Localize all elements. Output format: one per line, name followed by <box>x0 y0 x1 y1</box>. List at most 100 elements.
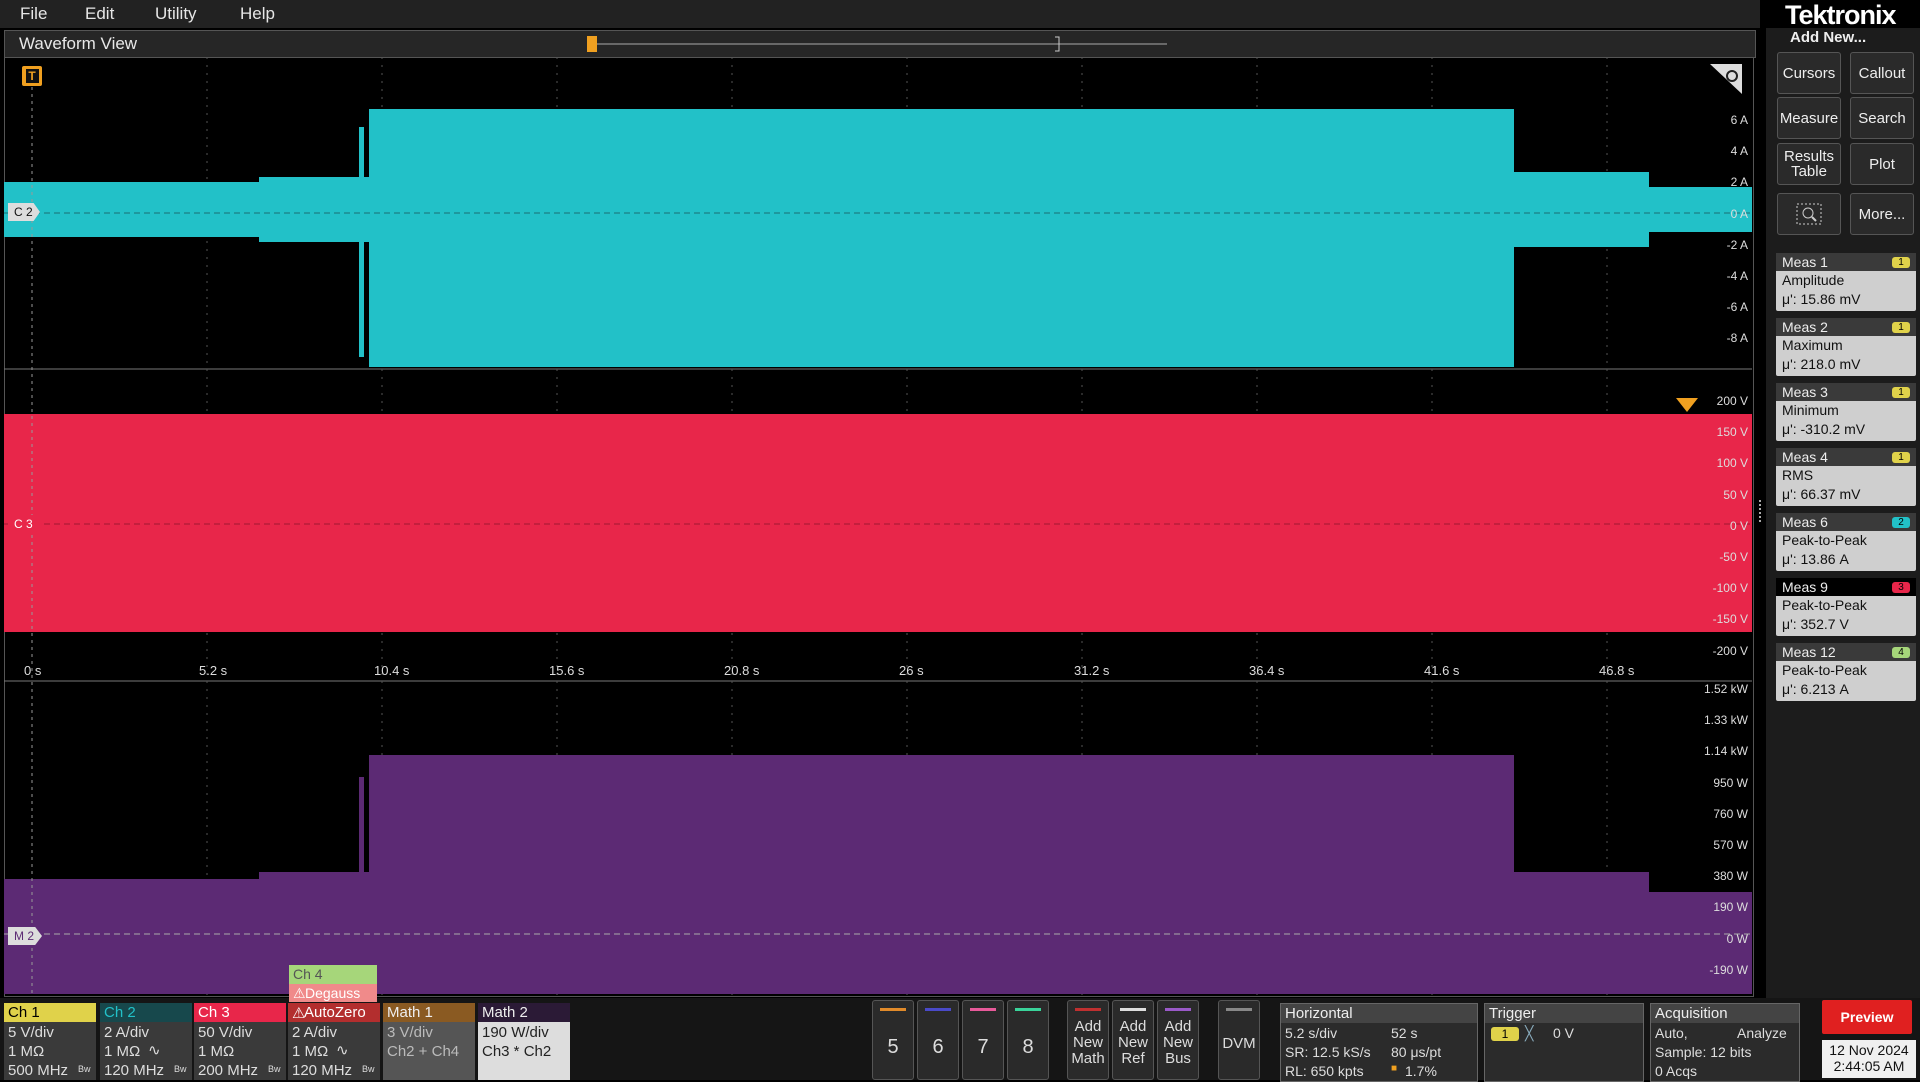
measurement-value: μ': 13.86 A <box>1782 551 1849 567</box>
callout-button[interactable]: Callout <box>1850 52 1914 94</box>
ch6-button[interactable]: 6 <box>917 1000 959 1080</box>
time-axis-tick: 10.4 s <box>374 663 410 678</box>
trigger-position-icon[interactable]: T <box>22 66 42 86</box>
horizontal-title: Horizontal <box>1285 1005 1353 1022</box>
measurement-name: Meas 12 <box>1782 644 1836 660</box>
plot-button[interactable]: Plot <box>1850 143 1914 185</box>
measure-button[interactable]: Measure <box>1777 97 1841 139</box>
measurement-header: Meas 2 1 <box>1776 318 1916 336</box>
math2-expression: Ch3 * Ch2 <box>482 1043 552 1060</box>
zoom-search-button[interactable] <box>1777 193 1841 235</box>
ch2-badge[interactable]: Ch 2 2 A/div 1 MΩ ∿ 120 MHz Bw <box>100 1003 192 1080</box>
search-button[interactable]: Search <box>1850 97 1914 139</box>
ch2-trace <box>4 109 1752 367</box>
math2-trace <box>4 755 1752 994</box>
measurement-badge[interactable]: Meas 3 1 Minimum μ': -310.2 mV <box>1776 383 1916 441</box>
time-axis-tick: 15.6 s <box>549 663 585 678</box>
ch3-marker[interactable]: C 3 <box>8 515 42 533</box>
ch3-badge[interactable]: Ch 3 50 V/div 1 MΩ 200 MHz Bw <box>194 1003 286 1080</box>
measurement-badge[interactable]: Meas 1 1 Amplitude μ': 15.86 mV <box>1776 253 1916 311</box>
ch1-badge[interactable]: Ch 1 5 V/div 1 MΩ 500 MHz Bw <box>4 1003 96 1080</box>
measurement-badge[interactable]: Meas 12 4 Peak-to-Peak μ': 6.213 A <box>1776 643 1916 701</box>
menu-bar: File Edit Utility Help <box>0 0 1760 28</box>
measurement-badge[interactable]: Meas 4 1 RMS μ': 66.37 mV <box>1776 448 1916 506</box>
more-button[interactable]: More... <box>1850 193 1914 235</box>
acquisition-badge[interactable]: Acquisition Auto, Analyze Sample: 12 bit… <box>1650 1003 1800 1082</box>
add-new-label: Add New... <box>1790 29 1867 46</box>
math1-expression: Ch2 + Ch4 <box>387 1043 460 1060</box>
sample-rate: SR: 12.5 kS/s <box>1285 1044 1371 1060</box>
add-math-l3: Math <box>1071 1050 1105 1067</box>
ch2-marker[interactable]: C 2 <box>8 203 40 221</box>
add-new-bus-button[interactable]: Add New Bus <box>1157 1000 1199 1080</box>
math2-axis-tick: 1.14 kW <box>1703 744 1748 759</box>
menu-help[interactable]: Help <box>240 4 275 24</box>
results-table-label-1: Results <box>1783 148 1835 165</box>
trigger-marker-label: T <box>25 69 39 83</box>
ch5-label: 5 <box>887 1036 899 1058</box>
math2-badge[interactable]: Math 2 190 W/div Ch3 * Ch2 <box>478 1003 570 1080</box>
measurement-type: Peak-to-Peak <box>1782 597 1867 613</box>
zoom-icon[interactable] <box>1708 62 1744 96</box>
preview-button[interactable]: Preview <box>1822 1000 1912 1034</box>
ch3-axis-tick: -50 V <box>1719 550 1748 564</box>
menu-utility[interactable]: Utility <box>155 4 197 24</box>
panel-resize-handle[interactable] <box>1759 500 1765 522</box>
ch2-axis-tick: -8 A <box>1726 331 1748 346</box>
time-axis-tick: 26 s <box>899 663 924 678</box>
trigger-source: 1 <box>1491 1027 1519 1041</box>
ac-coupling-icon: ∿ <box>148 1042 161 1059</box>
ch7-button[interactable]: 7 <box>962 1000 1004 1080</box>
waveform-graticule <box>4 57 1752 995</box>
degauss-label: Degauss <box>305 985 361 1001</box>
trigger-title: Trigger <box>1489 1005 1536 1022</box>
add-math-l1: Add <box>1074 1018 1102 1035</box>
time-axis-tick: 20.8 s <box>724 663 760 678</box>
acquisition-sample: Sample: 12 bits <box>1655 1044 1752 1060</box>
math2-axis-tick: 760 W <box>1713 806 1748 821</box>
add-ref-l1: Add <box>1119 1018 1147 1035</box>
ch5-button[interactable]: 5 <box>872 1000 914 1080</box>
math2-marker[interactable]: M 2 <box>8 927 42 945</box>
trigger-badge[interactable]: Trigger 1 ╳ 0 V <box>1484 1003 1644 1082</box>
dvm-button[interactable]: DVM <box>1218 1000 1260 1080</box>
measurement-badge[interactable]: Meas 6 2 Peak-to-Peak μ': 13.86 A <box>1776 513 1916 571</box>
ch2-bw-icon: Bw <box>174 1064 187 1074</box>
trigger-slope-icon: ╳ <box>1525 1025 1534 1041</box>
measurement-badge[interactable]: Meas 9 3 Peak-to-Peak μ': 352.7 V <box>1776 578 1916 636</box>
ch2-axis-tick: 2 A <box>1730 175 1748 190</box>
ch2-name: Ch 2 <box>104 1004 136 1021</box>
ch2-axis-tick: -4 A <box>1726 269 1748 283</box>
ch3-scale: 50 V/div <box>198 1024 253 1041</box>
ch4-badge[interactable]: ⚠ AutoZero 2 A/div 1 MΩ ∿ 120 MHz Bw <box>288 1003 380 1080</box>
measurement-header: Meas 6 2 <box>1776 513 1916 531</box>
warning-icon: ⚠ <box>293 985 306 1001</box>
math2-scale: 190 W/div <box>482 1024 549 1041</box>
horizontal-duration: 52 s <box>1391 1025 1418 1041</box>
autozero-label: AutoZero <box>304 1004 366 1021</box>
menu-edit[interactable]: Edit <box>85 4 114 24</box>
measurement-badge[interactable]: Meas 2 1 Maximum μ': 218.0 mV <box>1776 318 1916 376</box>
ch4-name: Ch 4 <box>293 966 323 982</box>
ch4-header[interactable]: Ch 4 <box>289 965 377 984</box>
measurement-value: μ': 66.37 mV <box>1782 486 1861 502</box>
menu-file[interactable]: File <box>20 4 47 24</box>
measurement-source-badge: 2 <box>1892 517 1910 528</box>
tektronix-logo: Tektronix <box>1785 0 1897 30</box>
ch1-name: Ch 1 <box>8 1004 40 1021</box>
horizontal-badge[interactable]: Horizontal 5.2 s/div 52 s SR: 12.5 kS/s … <box>1280 1003 1478 1082</box>
ch7-label: 7 <box>977 1036 989 1058</box>
cursors-button[interactable]: Cursors <box>1777 52 1841 94</box>
add-new-ref-button[interactable]: Add New Ref <box>1112 1000 1154 1080</box>
results-table-button[interactable]: Results Table <box>1777 143 1841 185</box>
add-new-math-button[interactable]: Add New Math <box>1067 1000 1109 1080</box>
overview-trigger-icon <box>587 36 597 52</box>
ch4-degauss-warning[interactable]: ⚠ Degauss <box>289 984 377 1002</box>
math2-axis-tick: 190 W <box>1713 900 1748 915</box>
record-overview-bar[interactable] <box>585 32 1175 54</box>
measurement-type: Peak-to-Peak <box>1782 532 1867 548</box>
ch8-button[interactable]: 8 <box>1007 1000 1049 1080</box>
dvm-label: DVM <box>1222 1035 1256 1052</box>
ch8-label: 8 <box>1022 1036 1034 1058</box>
math1-badge[interactable]: Math 1 3 V/div Ch2 + Ch4 <box>383 1003 475 1080</box>
